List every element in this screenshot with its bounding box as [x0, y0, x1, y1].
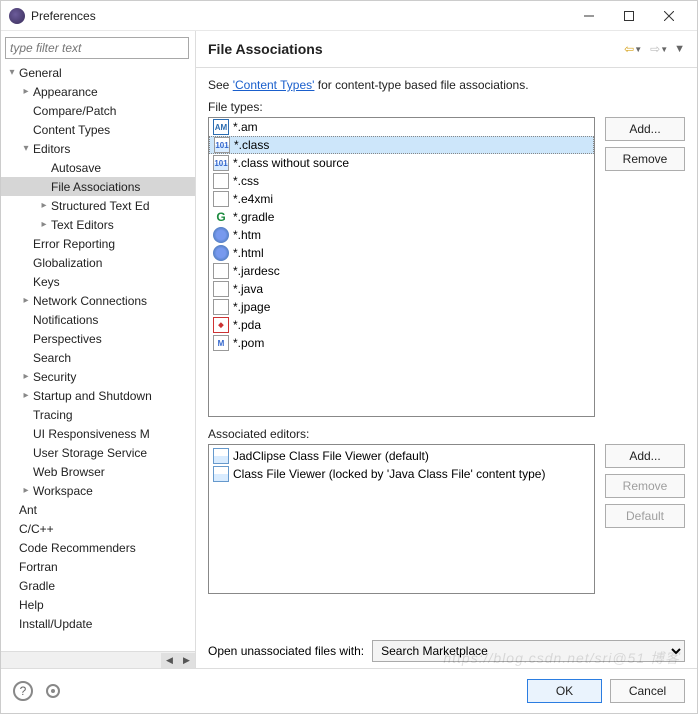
cancel-button[interactable]: Cancel	[610, 679, 685, 703]
minimize-button[interactable]	[569, 1, 609, 31]
preferences-tree[interactable]: ▾General▸Appearance▸Compare/Patch▸Conten…	[1, 63, 195, 651]
close-button[interactable]	[649, 1, 689, 31]
tree-item[interactable]: ▸Content Types	[1, 120, 195, 139]
filetype-item[interactable]: *.html	[209, 244, 594, 262]
filetype-item[interactable]: *.jpage	[209, 298, 594, 316]
back-icon[interactable]: ⇦	[624, 42, 634, 56]
add-filetype-button[interactable]: Add...	[605, 117, 685, 141]
file-icon	[213, 245, 229, 261]
file-icon: M	[213, 335, 229, 351]
filetype-item[interactable]: *.e4xmi	[209, 190, 594, 208]
file-icon	[213, 263, 229, 279]
tree-item[interactable]: ▸Workspace	[1, 481, 195, 500]
tree-item[interactable]: ▸Help	[1, 595, 195, 614]
file-icon	[213, 191, 229, 207]
filetype-item[interactable]: 101*.class	[209, 136, 594, 154]
file-icon	[213, 317, 229, 333]
editor-icon	[213, 466, 229, 482]
tree-item[interactable]: ▸Network Connections	[1, 291, 195, 310]
file-icon	[213, 173, 229, 189]
file-icon: 101	[214, 137, 230, 153]
forward-icon[interactable]: ⇨	[650, 42, 660, 56]
back-menu-icon[interactable]: ▼	[634, 45, 642, 54]
tree-item[interactable]: ▸Install/Update	[1, 614, 195, 633]
tree-item[interactable]: ▸Appearance	[1, 82, 195, 101]
filetype-item[interactable]: 101*.class without source	[209, 154, 594, 172]
open-unassoc-select[interactable]: Search Marketplace	[372, 640, 685, 662]
filetype-item[interactable]: M*.pom	[209, 334, 594, 352]
tree-item[interactable]: ▸Security	[1, 367, 195, 386]
open-unassoc-label: Open unassociated files with:	[208, 644, 364, 658]
filter-input[interactable]	[5, 37, 189, 59]
tree-item[interactable]: ▸Code Recommenders	[1, 538, 195, 557]
filetype-item[interactable]: G*.gradle	[209, 208, 594, 226]
horizontal-scroll[interactable]: ◀ ▶	[1, 651, 195, 668]
file-icon: AM	[213, 119, 229, 135]
view-menu-icon[interactable]: ▼	[674, 43, 685, 55]
tree-item[interactable]: ▸Tracing	[1, 405, 195, 424]
tree-item[interactable]: ▸Ant	[1, 500, 195, 519]
file-icon: 101	[213, 155, 229, 171]
tree-item[interactable]: ▸Compare/Patch	[1, 101, 195, 120]
window-title: Preferences	[31, 9, 569, 23]
import-export-icon[interactable]	[43, 681, 63, 701]
filetype-item[interactable]: *.pda	[209, 316, 594, 334]
filetype-item[interactable]: *.css	[209, 172, 594, 190]
tree-item[interactable]: ▸C/C++	[1, 519, 195, 538]
file-icon	[213, 281, 229, 297]
tree-item[interactable]: ▸Globalization	[1, 253, 195, 272]
page-title: File Associations	[208, 41, 624, 57]
tree-item[interactable]: ▸Search	[1, 348, 195, 367]
filetype-item[interactable]: *.htm	[209, 226, 594, 244]
editor-item[interactable]: JadClipse Class File Viewer (default)	[211, 447, 592, 465]
editor-icon	[213, 448, 229, 464]
assoc-label: Associated editors:	[208, 427, 685, 441]
file-icon	[213, 227, 229, 243]
tree-item[interactable]: ▸Perspectives	[1, 329, 195, 348]
tree-item[interactable]: ▸Keys	[1, 272, 195, 291]
intro-text: See 'Content Types' for content-type bas…	[208, 78, 685, 92]
editors-list[interactable]: JadClipse Class File Viewer (default)Cla…	[208, 444, 595, 594]
maximize-button[interactable]	[609, 1, 649, 31]
filetype-item[interactable]: *.jardesc	[209, 262, 594, 280]
add-editor-button[interactable]: Add...	[605, 444, 685, 468]
help-icon[interactable]: ?	[13, 681, 33, 701]
ok-button[interactable]: OK	[527, 679, 602, 703]
scroll-left-icon[interactable]: ◀	[161, 653, 178, 668]
tree-item[interactable]: ▾Editors	[1, 139, 195, 158]
tree-item[interactable]: ▾General	[1, 63, 195, 82]
tree-item[interactable]: ▸Fortran	[1, 557, 195, 576]
filetypes-label: File types:	[208, 100, 685, 114]
tree-item[interactable]: ▸Text Editors	[1, 215, 195, 234]
tree-item[interactable]: ▸Startup and Shutdown	[1, 386, 195, 405]
tree-item[interactable]: ▸Web Browser	[1, 462, 195, 481]
scroll-right-icon[interactable]: ▶	[178, 653, 195, 668]
app-icon	[9, 8, 25, 24]
tree-item[interactable]: ▸Error Reporting	[1, 234, 195, 253]
filetype-item[interactable]: AM*.am	[209, 118, 594, 136]
tree-item[interactable]: ▸File Associations	[1, 177, 195, 196]
tree-item[interactable]: ▸Autosave	[1, 158, 195, 177]
remove-editor-button[interactable]: Remove	[605, 474, 685, 498]
tree-item[interactable]: ▸Gradle	[1, 576, 195, 595]
content-types-link[interactable]: 'Content Types'	[233, 78, 315, 92]
editor-item[interactable]: Class File Viewer (locked by 'Java Class…	[211, 465, 592, 483]
tree-item[interactable]: ▸Notifications	[1, 310, 195, 329]
forward-menu-icon[interactable]: ▼	[660, 45, 668, 54]
tree-item[interactable]: ▸Structured Text Ed	[1, 196, 195, 215]
default-editor-button[interactable]: Default	[605, 504, 685, 528]
tree-item[interactable]: ▸UI Responsiveness M	[1, 424, 195, 443]
remove-filetype-button[interactable]: Remove	[605, 147, 685, 171]
file-icon: G	[213, 209, 229, 225]
tree-item[interactable]: ▸User Storage Service	[1, 443, 195, 462]
file-icon	[213, 299, 229, 315]
filetypes-list[interactable]: AM*.am101*.class101*.class without sourc…	[208, 117, 595, 417]
filetype-item[interactable]: *.java	[209, 280, 594, 298]
